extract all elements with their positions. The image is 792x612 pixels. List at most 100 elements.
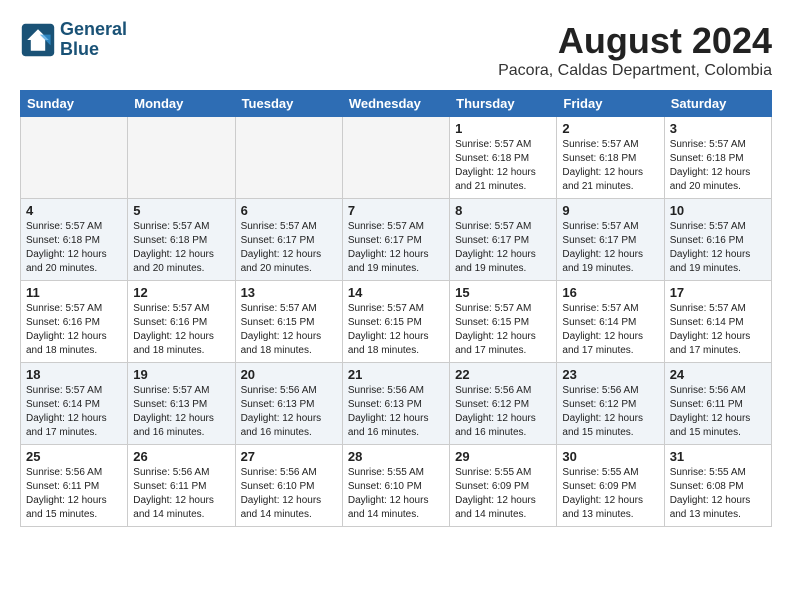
day-number: 17 (670, 285, 766, 300)
weekday-header-row: SundayMondayTuesdayWednesdayThursdayFrid… (21, 91, 772, 117)
calendar-cell: 11 Sunrise: 5:57 AM Sunset: 6:16 PM Dayli… (21, 281, 128, 363)
day-info: Sunrise: 5:55 AM Sunset: 6:09 PM Dayligh… (455, 466, 551, 522)
logo-line2: Blue (60, 40, 127, 60)
calendar-cell: 15 Sunrise: 5:57 AM Sunset: 6:15 PM Dayli… (450, 281, 557, 363)
calendar-cell: 2 Sunrise: 5:57 AM Sunset: 6:18 PM Daylig… (557, 117, 664, 199)
calendar-cell: 29 Sunrise: 5:55 AM Sunset: 6:09 PM Dayli… (450, 445, 557, 527)
calendar-cell: 14 Sunrise: 5:57 AM Sunset: 6:15 PM Dayli… (342, 281, 449, 363)
calendar-cell (128, 117, 235, 199)
day-number: 5 (133, 203, 229, 218)
day-info: Sunrise: 5:56 AM Sunset: 6:13 PM Dayligh… (241, 384, 337, 440)
day-info: Sunrise: 5:57 AM Sunset: 6:14 PM Dayligh… (670, 302, 766, 358)
day-info: Sunrise: 5:57 AM Sunset: 6:18 PM Dayligh… (26, 220, 122, 276)
day-info: Sunrise: 5:57 AM Sunset: 6:13 PM Dayligh… (133, 384, 229, 440)
calendar-cell: 7Sunrise: 5:57 AM Sunset: 6:17 PM Daylig… (342, 199, 449, 281)
calendar-cell (21, 117, 128, 199)
day-number: 20 (241, 367, 337, 382)
day-number: 14 (348, 285, 444, 300)
calendar-cell: 27 Sunrise: 5:56 AM Sunset: 6:10 PM Dayli… (235, 445, 342, 527)
day-info: Sunrise: 5:57 AM Sunset: 6:17 PM Dayligh… (562, 220, 658, 276)
day-number: 9 (562, 203, 658, 218)
calendar-cell: 17 Sunrise: 5:57 AM Sunset: 6:14 PM Dayli… (664, 281, 771, 363)
day-info: Sunrise: 5:57 AM Sunset: 6:17 PM Dayligh… (455, 220, 551, 276)
calendar-cell: 22Sunrise: 5:56 AM Sunset: 6:12 PM Dayli… (450, 363, 557, 445)
day-info: Sunrise: 5:56 AM Sunset: 6:11 PM Dayligh… (670, 384, 766, 440)
calendar-week-row: 1 Sunrise: 5:57 AM Sunset: 6:18 PM Daylig… (21, 117, 772, 199)
day-number: 12 (133, 285, 229, 300)
day-info: Sunrise: 5:57 AM Sunset: 6:18 PM Dayligh… (670, 138, 766, 194)
calendar-cell: 9 Sunrise: 5:57 AM Sunset: 6:17 PM Daylig… (557, 199, 664, 281)
day-info: Sunrise: 5:56 AM Sunset: 6:10 PM Dayligh… (241, 466, 337, 522)
day-number: 1 (455, 121, 551, 136)
day-number: 6 (241, 203, 337, 218)
calendar-cell: 19 Sunrise: 5:57 AM Sunset: 6:13 PM Dayli… (128, 363, 235, 445)
calendar-cell: 13Sunrise: 5:57 AM Sunset: 6:15 PM Dayli… (235, 281, 342, 363)
day-number: 26 (133, 449, 229, 464)
day-number: 8 (455, 203, 551, 218)
calendar-cell: 31Sunrise: 5:55 AM Sunset: 6:08 PM Dayli… (664, 445, 771, 527)
day-info: Sunrise: 5:56 AM Sunset: 6:11 PM Dayligh… (133, 466, 229, 522)
day-info: Sunrise: 5:57 AM Sunset: 6:17 PM Dayligh… (241, 220, 337, 276)
day-info: Sunrise: 5:57 AM Sunset: 6:18 PM Dayligh… (455, 138, 551, 194)
day-number: 21 (348, 367, 444, 382)
calendar-cell: 10 Sunrise: 5:57 AM Sunset: 6:16 PM Dayli… (664, 199, 771, 281)
calendar-cell (235, 117, 342, 199)
calendar-cell: 25Sunrise: 5:56 AM Sunset: 6:11 PM Dayli… (21, 445, 128, 527)
day-number: 3 (670, 121, 766, 136)
weekday-header: Sunday (21, 91, 128, 117)
day-number: 18 (26, 367, 122, 382)
calendar-cell: 16Sunrise: 5:57 AM Sunset: 6:14 PM Dayli… (557, 281, 664, 363)
day-info: Sunrise: 5:57 AM Sunset: 6:15 PM Dayligh… (455, 302, 551, 358)
calendar-cell: 12 Sunrise: 5:57 AM Sunset: 6:16 PM Dayli… (128, 281, 235, 363)
calendar-cell: 4Sunrise: 5:57 AM Sunset: 6:18 PM Daylig… (21, 199, 128, 281)
calendar-cell: 3 Sunrise: 5:57 AM Sunset: 6:18 PM Daylig… (664, 117, 771, 199)
day-number: 23 (562, 367, 658, 382)
calendar-cell: 24 Sunrise: 5:56 AM Sunset: 6:11 PM Dayli… (664, 363, 771, 445)
day-info: Sunrise: 5:57 AM Sunset: 6:15 PM Dayligh… (241, 302, 337, 358)
calendar-week-row: 18Sunrise: 5:57 AM Sunset: 6:14 PM Dayli… (21, 363, 772, 445)
calendar-cell: 8 Sunrise: 5:57 AM Sunset: 6:17 PM Daylig… (450, 199, 557, 281)
weekday-header: Wednesday (342, 91, 449, 117)
day-number: 29 (455, 449, 551, 464)
day-number: 19 (133, 367, 229, 382)
calendar-cell: 18Sunrise: 5:57 AM Sunset: 6:14 PM Dayli… (21, 363, 128, 445)
day-number: 24 (670, 367, 766, 382)
day-number: 27 (241, 449, 337, 464)
calendar-cell: 6 Sunrise: 5:57 AM Sunset: 6:17 PM Daylig… (235, 199, 342, 281)
calendar-cell: 5 Sunrise: 5:57 AM Sunset: 6:18 PM Daylig… (128, 199, 235, 281)
calendar-cell: 1 Sunrise: 5:57 AM Sunset: 6:18 PM Daylig… (450, 117, 557, 199)
day-info: Sunrise: 5:56 AM Sunset: 6:12 PM Dayligh… (562, 384, 658, 440)
calendar-cell: 21 Sunrise: 5:56 AM Sunset: 6:13 PM Dayli… (342, 363, 449, 445)
day-info: Sunrise: 5:57 AM Sunset: 6:18 PM Dayligh… (133, 220, 229, 276)
day-number: 7 (348, 203, 444, 218)
day-info: Sunrise: 5:56 AM Sunset: 6:11 PM Dayligh… (26, 466, 122, 522)
day-info: Sunrise: 5:56 AM Sunset: 6:13 PM Dayligh… (348, 384, 444, 440)
logo-icon (20, 22, 56, 58)
day-info: Sunrise: 5:57 AM Sunset: 6:16 PM Dayligh… (133, 302, 229, 358)
day-number: 15 (455, 285, 551, 300)
day-number: 28 (348, 449, 444, 464)
calendar-cell (342, 117, 449, 199)
day-number: 10 (670, 203, 766, 218)
day-info: Sunrise: 5:57 AM Sunset: 6:16 PM Dayligh… (670, 220, 766, 276)
weekday-header: Thursday (450, 91, 557, 117)
logo: General Blue (20, 20, 127, 60)
day-info: Sunrise: 5:57 AM Sunset: 6:16 PM Dayligh… (26, 302, 122, 358)
day-info: Sunrise: 5:57 AM Sunset: 6:15 PM Dayligh… (348, 302, 444, 358)
calendar-cell: 28 Sunrise: 5:55 AM Sunset: 6:10 PM Dayli… (342, 445, 449, 527)
day-number: 2 (562, 121, 658, 136)
page-header: General Blue August 2024 Pacora, Caldas … (20, 20, 772, 80)
logo-text: General Blue (60, 20, 127, 60)
day-info: Sunrise: 5:55 AM Sunset: 6:10 PM Dayligh… (348, 466, 444, 522)
day-number: 16 (562, 285, 658, 300)
weekday-header: Monday (128, 91, 235, 117)
day-number: 11 (26, 285, 122, 300)
day-info: Sunrise: 5:57 AM Sunset: 6:18 PM Dayligh… (562, 138, 658, 194)
calendar-cell: 30Sunrise: 5:55 AM Sunset: 6:09 PM Dayli… (557, 445, 664, 527)
day-number: 31 (670, 449, 766, 464)
calendar-week-row: 25Sunrise: 5:56 AM Sunset: 6:11 PM Dayli… (21, 445, 772, 527)
day-info: Sunrise: 5:56 AM Sunset: 6:12 PM Dayligh… (455, 384, 551, 440)
calendar-week-row: 11 Sunrise: 5:57 AM Sunset: 6:16 PM Dayli… (21, 281, 772, 363)
month-year: August 2024 (498, 20, 772, 62)
calendar-cell: 23 Sunrise: 5:56 AM Sunset: 6:12 PM Dayli… (557, 363, 664, 445)
